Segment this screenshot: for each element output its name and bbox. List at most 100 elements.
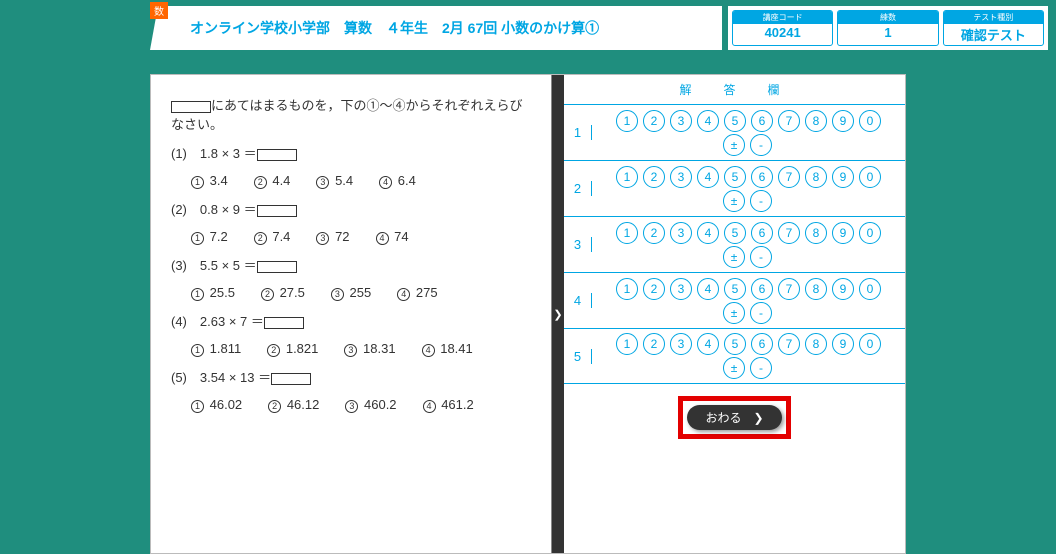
answer-bubble[interactable]: 5 bbox=[724, 333, 746, 355]
answer-bubble[interactable]: 1 bbox=[616, 278, 638, 300]
subject-badge: 数 bbox=[150, 2, 168, 19]
option-marker: 4 bbox=[379, 176, 392, 189]
answer-bubble[interactable]: 3 bbox=[670, 333, 692, 355]
info-num-value: 1 bbox=[838, 24, 937, 41]
answer-bubble[interactable]: - bbox=[750, 190, 772, 212]
answer-bubble[interactable]: 0 bbox=[859, 166, 881, 188]
blank-box bbox=[257, 149, 297, 161]
answer-bubble[interactable]: ± bbox=[723, 302, 745, 324]
option-value: 6.4 bbox=[398, 173, 416, 188]
answer-bubble[interactable]: 8 bbox=[805, 110, 827, 132]
answer-bubble[interactable]: 0 bbox=[859, 110, 881, 132]
answer-bubble[interactable]: - bbox=[750, 302, 772, 324]
row-number: 3 bbox=[564, 237, 592, 252]
answer-bubble[interactable]: 5 bbox=[724, 166, 746, 188]
answer-bubble[interactable]: 1 bbox=[616, 222, 638, 244]
answer-bubble[interactable]: 3 bbox=[670, 278, 692, 300]
answer-bubble[interactable]: 3 bbox=[670, 222, 692, 244]
answer-bubble[interactable]: - bbox=[750, 246, 772, 268]
main-area: にあてはまるものを，下の①〜④からそれぞれえらびなさい。 (1) 1.8 × 3… bbox=[150, 74, 906, 554]
answer-bubble[interactable]: 8 bbox=[805, 278, 827, 300]
option-marker: 4 bbox=[423, 400, 436, 413]
bubble-group: 1234567890 ±- bbox=[592, 106, 905, 160]
option-marker: 2 bbox=[254, 176, 267, 189]
end-button[interactable]: おわる ❯ bbox=[687, 405, 781, 430]
answer-bubble[interactable]: - bbox=[750, 357, 772, 379]
answer-bubble[interactable]: 0 bbox=[859, 222, 881, 244]
answer-bubble[interactable]: ± bbox=[723, 357, 745, 379]
answer-bubble[interactable]: 2 bbox=[643, 333, 665, 355]
option-marker: 2 bbox=[267, 344, 280, 357]
answer-bubble[interactable]: 7 bbox=[778, 222, 800, 244]
answer-bubble[interactable]: 1 bbox=[616, 333, 638, 355]
answer-bubble[interactable]: 9 bbox=[832, 333, 854, 355]
info-num-label: 練数 bbox=[838, 11, 937, 24]
answer-bubble[interactable]: 4 bbox=[697, 333, 719, 355]
question-item: (1) 1.8 × 3 ＝1 3.4 2 4.4 3 5.4 4 6.4 bbox=[171, 143, 531, 189]
option-marker: 2 bbox=[268, 400, 281, 413]
answer-bubble[interactable]: 6 bbox=[751, 166, 773, 188]
answer-bubble[interactable]: 8 bbox=[805, 333, 827, 355]
answer-bubble[interactable]: 4 bbox=[697, 110, 719, 132]
answer-bubble[interactable]: ± bbox=[723, 190, 745, 212]
option-value: 18.31 bbox=[363, 341, 396, 356]
option-marker: 2 bbox=[261, 288, 274, 301]
row-number: 1 bbox=[564, 125, 592, 140]
option-value: 460.2 bbox=[364, 397, 397, 412]
option-value: 72 bbox=[335, 229, 349, 244]
answer-bubble[interactable]: ± bbox=[723, 134, 745, 156]
answer-bubble[interactable]: 6 bbox=[751, 110, 773, 132]
blank-box bbox=[271, 373, 311, 385]
option-marker: 1 bbox=[191, 232, 204, 245]
info-panel: 講座コード 40241 練数 1 テスト種別 確認テスト bbox=[728, 6, 1048, 50]
row-number: 2 bbox=[564, 181, 592, 196]
answer-bubble[interactable]: 9 bbox=[832, 110, 854, 132]
expand-bar[interactable]: ❯ bbox=[552, 75, 564, 553]
option-value: 275 bbox=[416, 285, 438, 300]
answer-bubble[interactable]: 6 bbox=[751, 333, 773, 355]
answer-bubble[interactable]: 7 bbox=[778, 110, 800, 132]
answer-bubble[interactable]: 3 bbox=[670, 110, 692, 132]
answer-bubble[interactable]: 9 bbox=[832, 166, 854, 188]
answer-bubble[interactable]: 5 bbox=[724, 278, 746, 300]
option-marker: 3 bbox=[345, 400, 358, 413]
answer-bubble[interactable]: 6 bbox=[751, 278, 773, 300]
q-index: (3) bbox=[171, 258, 187, 273]
answer-bubble[interactable]: 7 bbox=[778, 278, 800, 300]
answer-bubble[interactable]: 1 bbox=[616, 110, 638, 132]
option-marker: 1 bbox=[191, 344, 204, 357]
answer-bubble[interactable]: 9 bbox=[832, 222, 854, 244]
answer-bubble[interactable]: 4 bbox=[697, 222, 719, 244]
answer-bubble[interactable]: 1 bbox=[616, 166, 638, 188]
answer-bubble[interactable]: 0 bbox=[859, 333, 881, 355]
chevron-right-icon: ❯ bbox=[753, 411, 763, 425]
answer-bubble[interactable]: 4 bbox=[697, 278, 719, 300]
row-number: 5 bbox=[564, 349, 592, 364]
answer-bubble[interactable]: 5 bbox=[724, 110, 746, 132]
answer-bubble[interactable]: 2 bbox=[643, 166, 665, 188]
answer-bubble[interactable]: 6 bbox=[751, 222, 773, 244]
answer-bubble[interactable]: 7 bbox=[778, 333, 800, 355]
answer-bubble[interactable]: 2 bbox=[643, 110, 665, 132]
question-item: (2) 0.8 × 9 ＝1 7.2 2 7.4 3 72 4 74 bbox=[171, 199, 531, 245]
answer-bubble[interactable]: 3 bbox=[670, 166, 692, 188]
answer-pane: 解 答 欄 11234567890±-21234567890±-31234567… bbox=[564, 75, 905, 553]
answer-bubble[interactable]: 2 bbox=[643, 222, 665, 244]
answer-bubble[interactable]: 8 bbox=[805, 222, 827, 244]
answer-bubble[interactable]: 8 bbox=[805, 166, 827, 188]
answer-bubble[interactable]: 2 bbox=[643, 278, 665, 300]
question-item: (5) 3.54 × 13 ＝1 46.02 2 46.12 3 460.2 4… bbox=[171, 367, 531, 413]
answer-bubble[interactable]: 5 bbox=[724, 222, 746, 244]
answer-bubble[interactable]: 7 bbox=[778, 166, 800, 188]
info-code-label: 講座コード bbox=[733, 11, 832, 24]
answer-bubble[interactable]: 9 bbox=[832, 278, 854, 300]
instruction-text: にあてはまるものを，下の①〜④からそれぞれえらびなさい。 bbox=[171, 98, 522, 132]
option-value: 1.811 bbox=[210, 341, 242, 356]
answer-bubble[interactable]: 4 bbox=[697, 166, 719, 188]
answer-bubble[interactable]: - bbox=[750, 134, 772, 156]
answer-bubble[interactable]: 0 bbox=[859, 278, 881, 300]
blank-box bbox=[171, 101, 211, 113]
answer-bubble[interactable]: ± bbox=[723, 246, 745, 268]
info-code: 講座コード 40241 bbox=[732, 10, 833, 46]
q-expr: 2.63 × 7 ＝ bbox=[200, 314, 264, 329]
